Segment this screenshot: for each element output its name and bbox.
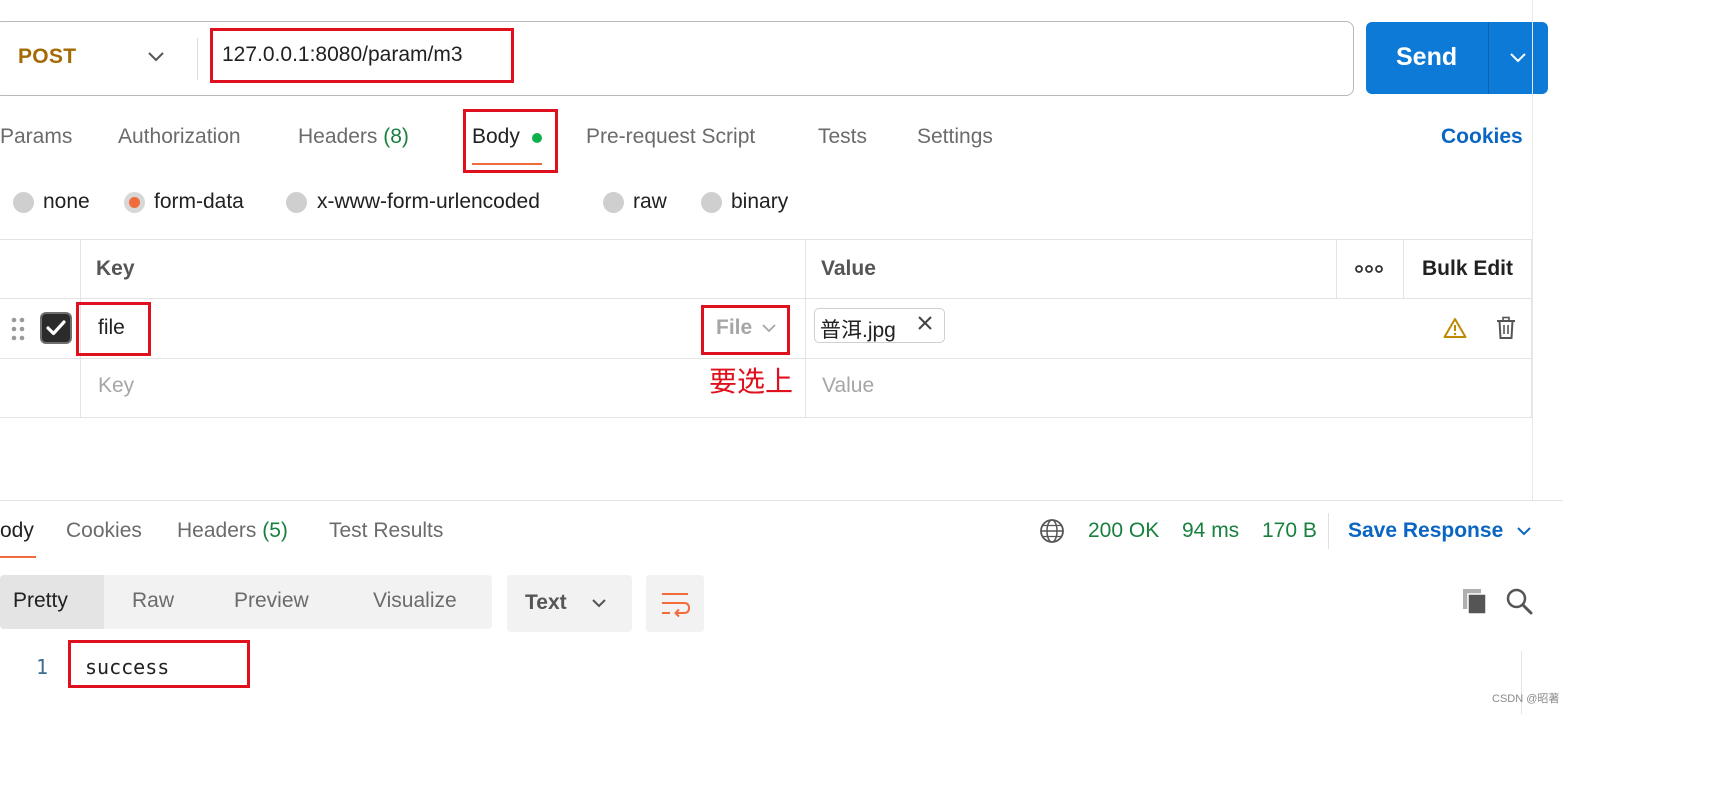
- save-response-label: Save Response: [1348, 519, 1504, 542]
- line-number: 1: [36, 655, 49, 679]
- radio-label: binary: [731, 190, 789, 213]
- chevron-down-icon: [592, 599, 606, 608]
- tab-authorization[interactable]: Authorization: [118, 125, 241, 149]
- tab-label: Params: [0, 125, 73, 148]
- more-options-icon[interactable]: [1355, 263, 1383, 275]
- format-pretty-button[interactable]: Pretty: [13, 589, 68, 613]
- chevron-down-icon[interactable]: [1508, 47, 1528, 67]
- new-param-value-input[interactable]: Value: [822, 374, 874, 398]
- response-tab-cookies[interactable]: Cookies: [66, 519, 142, 543]
- format-visualize-button[interactable]: Visualize: [373, 589, 457, 613]
- tab-label: Settings: [917, 125, 993, 148]
- chevron-down-icon[interactable]: [146, 46, 166, 66]
- annotation-note: 要选上: [709, 365, 794, 398]
- tab-headers[interactable]: Headers (8): [298, 125, 409, 149]
- tab-label: Headers: [298, 125, 378, 148]
- format-raw-button[interactable]: Raw: [132, 589, 174, 613]
- globe-icon[interactable]: [1039, 518, 1065, 544]
- panel-border: [1532, 0, 1533, 500]
- annotation-box-key: [76, 302, 151, 356]
- tab-count: (8): [383, 125, 409, 148]
- drag-handle-icon[interactable]: [10, 316, 26, 342]
- radio-binary[interactable]: [701, 192, 722, 213]
- tab-settings[interactable]: Settings: [917, 125, 993, 149]
- response-tab-headers[interactable]: Headers (5): [177, 519, 288, 543]
- annotation-box-response: [68, 640, 250, 688]
- tab-pre-request-script[interactable]: Pre-request Script: [586, 125, 755, 149]
- divider: [197, 38, 198, 80]
- radio-form-data[interactable]: [124, 192, 145, 213]
- cookies-link[interactable]: Cookies: [1441, 125, 1523, 149]
- checkmark-icon: [46, 320, 66, 336]
- tab-params[interactable]: Params: [0, 125, 72, 149]
- send-button-label: Send: [1396, 43, 1458, 71]
- wrap-lines-icon: [662, 593, 691, 618]
- radio-label: none: [43, 190, 90, 213]
- divider: [1488, 22, 1489, 94]
- section-divider: [0, 500, 1563, 501]
- url-bar: [0, 21, 1354, 96]
- new-param-key-input[interactable]: Key: [98, 374, 134, 398]
- response-size: 170 B: [1262, 519, 1317, 542]
- response-tab-test-results[interactable]: Test Results: [329, 519, 443, 543]
- tab-label: Tests: [818, 125, 868, 148]
- annotation-box-url: [210, 28, 514, 83]
- annotation-box-body-tab: [463, 109, 558, 173]
- response-time: 94 ms: [1182, 519, 1240, 542]
- column-header-key: Key: [96, 257, 135, 280]
- method-select[interactable]: POST: [18, 45, 76, 69]
- watermark: CSDN @昭著: [1492, 693, 1560, 705]
- column-header-value: Value: [821, 257, 876, 280]
- close-icon[interactable]: [916, 314, 934, 332]
- copy-icon[interactable]: [1461, 587, 1489, 615]
- tab-tests[interactable]: Tests: [818, 125, 867, 149]
- row-enabled-checkbox[interactable]: [40, 312, 72, 344]
- radio-x-www-form-urlencoded[interactable]: [286, 192, 307, 213]
- format-preview-button[interactable]: Preview: [234, 589, 309, 613]
- wrap-lines-button[interactable]: [646, 575, 704, 632]
- search-icon[interactable]: [1505, 587, 1533, 615]
- file-name: 普洱.jpg: [820, 319, 896, 342]
- language-label: Text: [525, 591, 567, 614]
- response-tab-body[interactable]: ody: [0, 519, 34, 543]
- bulk-edit-button[interactable]: Bulk Edit: [1422, 257, 1513, 281]
- save-response-button[interactable]: Save Response: [1348, 519, 1533, 543]
- table-divider: [0, 298, 1532, 299]
- annotation-box-file-type: [701, 305, 790, 355]
- radio-label: form-data: [154, 190, 244, 213]
- radio-label: raw: [633, 190, 667, 213]
- table-divider: [805, 239, 806, 418]
- tab-count: (5): [262, 519, 288, 542]
- table-divider: [1403, 239, 1404, 299]
- active-tab-indicator: [0, 556, 36, 558]
- radio-label: x-www-form-urlencoded: [317, 190, 540, 213]
- radio-raw[interactable]: [603, 192, 624, 213]
- tab-label: Headers: [177, 519, 257, 542]
- radio-none[interactable]: [13, 192, 34, 213]
- tab-label: Authorization: [118, 125, 241, 148]
- tab-label: Pre-request Script: [586, 125, 756, 148]
- chevron-down-icon: [1517, 527, 1531, 536]
- divider: [1328, 513, 1329, 549]
- table-divider: [1336, 239, 1337, 299]
- table-divider: [0, 358, 1532, 359]
- status-code: 200 OK: [1088, 519, 1160, 542]
- trash-icon[interactable]: [1495, 316, 1517, 340]
- warning-icon: [1443, 318, 1467, 338]
